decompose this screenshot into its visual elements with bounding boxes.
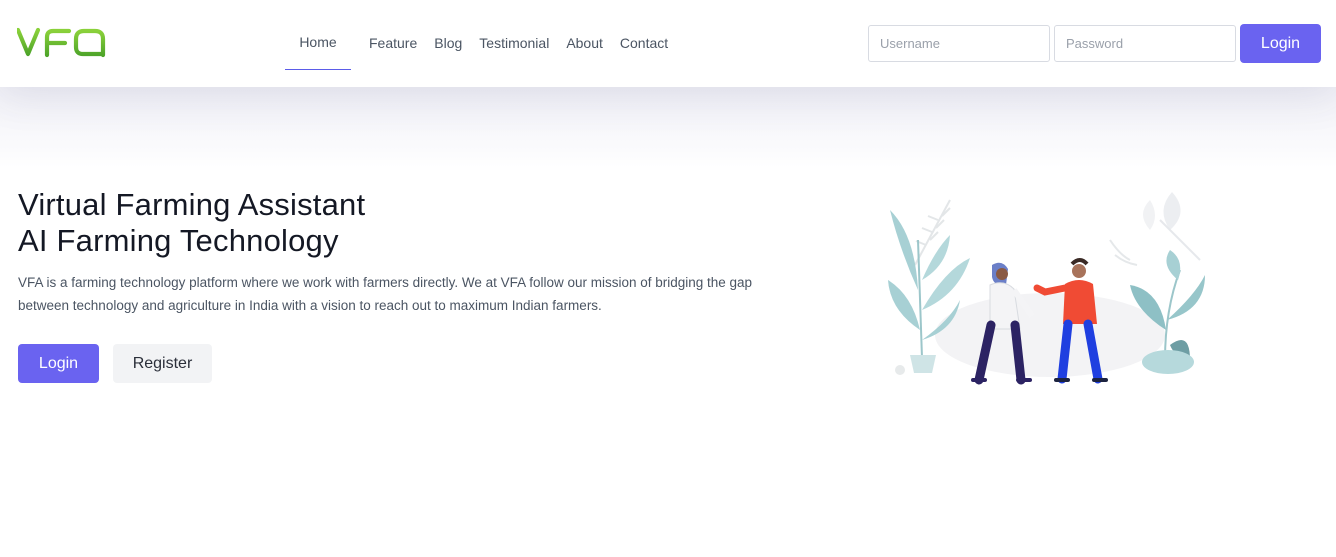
hero-title: Virtual Farming Assistant AI Farming Tec…	[18, 187, 365, 259]
hero-login-button[interactable]: Login	[18, 344, 99, 383]
hero-title-line1: Virtual Farming Assistant	[18, 187, 366, 222]
hero-title-line2: AI Farming Technology	[18, 223, 339, 258]
nav-home[interactable]: Home	[285, 0, 351, 70]
header-login-button[interactable]: Login	[1240, 24, 1321, 63]
main-nav: Home Feature Blog Testimonial About Cont…	[285, 0, 685, 87]
username-input[interactable]	[868, 25, 1050, 62]
nav-home-label: Home	[299, 34, 337, 50]
nav-blog[interactable]: Blog	[434, 35, 462, 87]
hero-register-button[interactable]: Register	[113, 344, 212, 383]
nav-feature[interactable]: Feature	[369, 35, 417, 87]
password-input[interactable]	[1054, 25, 1236, 62]
header-shadow-band	[0, 87, 1336, 167]
hero-description: VFA is a farming technology platform whe…	[18, 275, 753, 313]
nav-testimonial[interactable]: Testimonial	[479, 35, 549, 87]
nav-about[interactable]: About	[566, 35, 603, 87]
hero-illustration	[888, 192, 1205, 385]
vfa-logo[interactable]	[17, 26, 109, 60]
nav-contact[interactable]: Contact	[620, 35, 668, 87]
top-navbar: Home Feature Blog Testimonial About Cont…	[0, 0, 1336, 87]
